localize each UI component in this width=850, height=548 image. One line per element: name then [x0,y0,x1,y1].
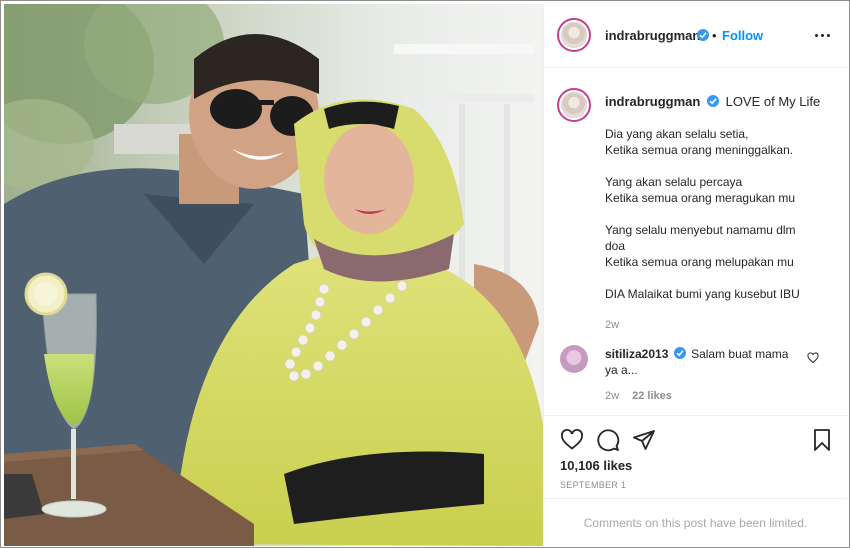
author-avatar[interactable] [557,18,591,52]
caption-line: Yang selalu menyebut namamu dlm [605,223,796,237]
commenter-username[interactable]: sitiliza2013 [605,347,668,361]
bookmark-icon[interactable] [810,428,834,452]
caption-line: doa [605,239,626,253]
comment-body: sitiliza2013 Salam buat mama ya a... [605,346,805,378]
commenter-avatar[interactable] [560,345,588,373]
caption-line: Ketika semua orang melupakan mu [605,255,794,269]
caption-line: Dia yang akan selalu setia, [605,127,749,141]
caption-timestamp[interactable]: 2w [605,319,619,331]
caption-line: Ketika semua orang meragukan mu [605,191,796,205]
more-dot [827,34,830,37]
likes-count[interactable]: 10,106 likes [560,458,632,473]
post-photo[interactable] [4,4,543,546]
avatar-image [561,92,587,118]
caption-body: indrabruggman LOVE of My Life Dia yang a… [605,94,835,333]
caption-headline-row: indrabruggman LOVE of My Life [605,94,835,110]
avatar-image [561,22,587,48]
comment-like-heart-icon[interactable] [807,352,819,364]
caption-line: DIA Malaikat bumi yang kusebut IBU [605,287,800,301]
separator-dot: • [712,28,717,43]
comment-likes[interactable]: 22 likes [632,390,672,402]
author-username[interactable]: indrabruggman [605,28,700,43]
comment-bubble-icon[interactable] [596,428,620,452]
comment-text-line2: ya a... [605,363,638,377]
caption-username[interactable]: indrabruggman [605,94,700,109]
comment-meta: 2w 22 likes [605,390,672,402]
comment-item: sitiliza2013 Salam buat mama ya a... 2w … [544,340,847,410]
comment-text-line1: Salam buat mama [691,347,789,361]
check-icon [676,350,684,357]
post-side-panel: indrabruggman • Follow indrabruggman LOV… [543,4,847,546]
verified-badge-icon [706,95,719,107]
heart-icon[interactable] [560,428,584,452]
follow-button[interactable]: Follow [722,28,763,43]
post-header: indrabruggman • Follow [544,4,847,68]
post-date[interactable]: SEPTEMBER 1 [560,480,626,490]
caption-author-avatar[interactable] [557,88,591,122]
caption-headline: LOVE of My Life [725,94,821,109]
photo-illustration [4,4,543,546]
more-dot [815,34,818,37]
check-icon [699,32,707,39]
comments-limited-notice: Comments on this post have been limited. [544,498,847,546]
more-options-icon[interactable] [813,28,833,42]
caption-line: Ketika semua orang meninggalkan. [605,143,794,157]
verified-badge-icon [697,29,709,41]
paper-plane-icon[interactable] [632,428,656,452]
caption-line: Yang akan selalu percaya [605,175,743,189]
check-icon [709,98,717,105]
caption-meta: 2w [605,316,835,333]
verified-badge-icon [673,347,686,359]
comment-timestamp[interactable]: 2w [605,390,619,402]
more-dot [821,34,824,37]
instagram-post-modal: indrabruggman • Follow indrabruggman LOV… [0,0,850,548]
